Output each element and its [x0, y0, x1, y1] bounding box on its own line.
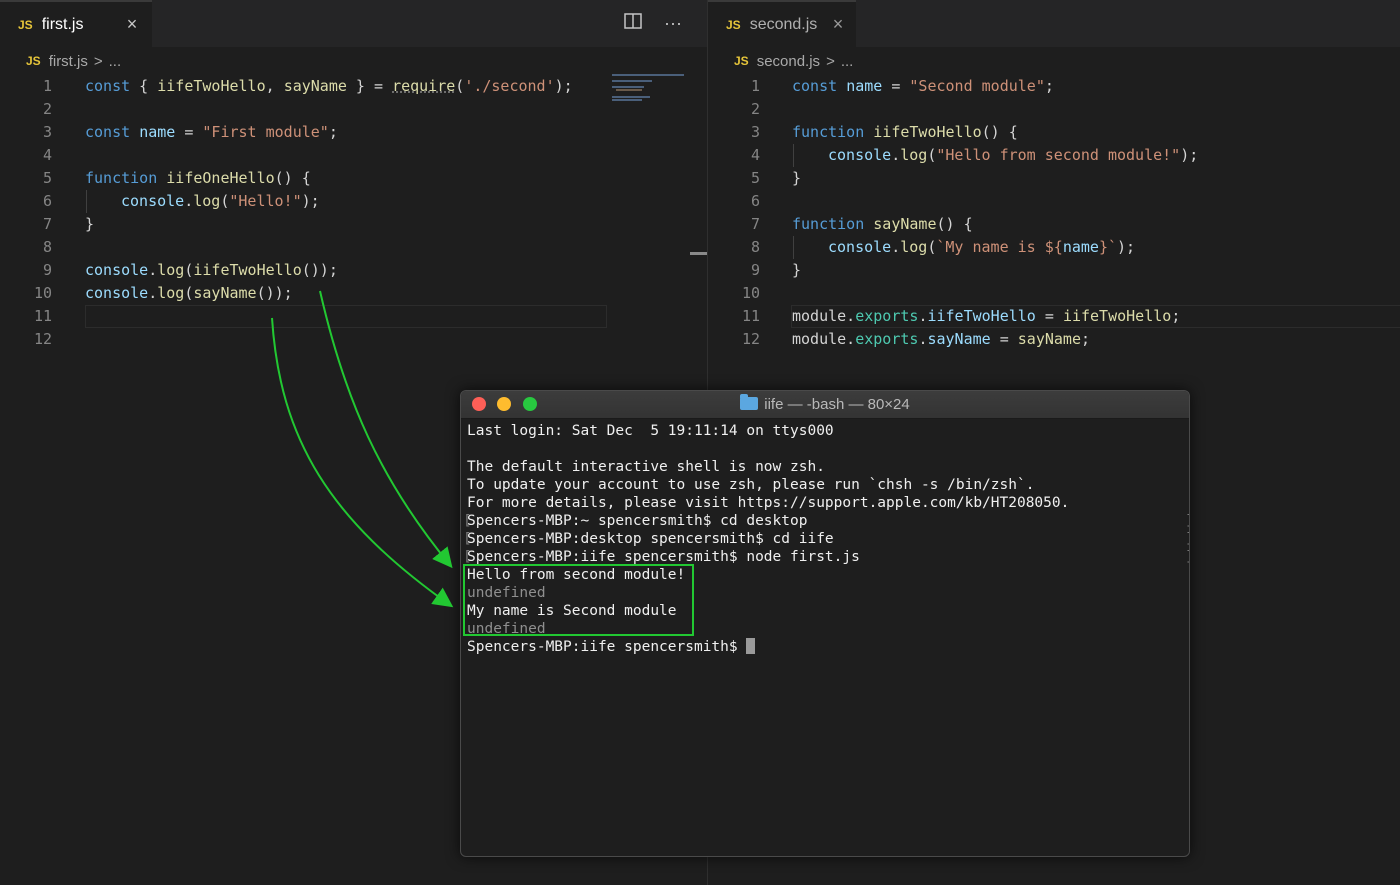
terminal-line: The default interactive shell is now zsh… [467, 459, 825, 475]
js-file-icon: JS [18, 17, 33, 32]
code-line: 4 [42, 146, 52, 164]
code-line: 7 function sayName() { [750, 215, 973, 233]
terminal-title-bar[interactable]: iife — -bash — 80×24 [461, 391, 1189, 419]
code-line: 1 const { iifeTwoHello, sayName } = requi… [42, 77, 573, 95]
code-line: 2 [750, 100, 760, 118]
breadcrumb: JS first.js > ... [26, 49, 121, 73]
code-line: 6 [750, 192, 760, 210]
folder-icon [740, 394, 759, 410]
code-line: 11 [33, 307, 52, 325]
tab-label: second.js [749, 15, 818, 33]
code-line: 7} [42, 215, 95, 233]
right-tab-bar: JS second.js × [708, 0, 1400, 47]
chevron-right-icon: > [826, 52, 835, 70]
terminal-line: For more details, please visit https://s… [467, 495, 1070, 511]
breadcrumb-file[interactable]: first.js [49, 53, 88, 70]
tab-first-js[interactable]: JS first.js × [0, 0, 152, 47]
breadcrumb: JS second.js > ... [734, 49, 853, 73]
breadcrumb-more[interactable]: ... [109, 53, 122, 70]
code-line: 12 module.exports.sayName = sayName; [741, 330, 1091, 348]
code-line: 9} [750, 261, 802, 279]
code-line: 10 [741, 284, 760, 302]
terminal-title: iife — -bash — 80×24 [461, 391, 1189, 418]
split-editor-icon[interactable] [623, 13, 643, 33]
terminal-prompt-line[interactable]: Spencers-MBP:iife spencersmith$ [467, 638, 1069, 656]
code-editor-first-js[interactable]: 1 const { iifeTwoHello, sayName } = requi… [0, 75, 707, 351]
output-highlight-box [463, 564, 694, 636]
chevron-right-icon: > [93, 52, 103, 70]
code-line: 9 console.log(iifeTwoHello()); [42, 261, 338, 279]
text-cursor [746, 638, 756, 654]
code-line: 5 function iifeOneHello() { [42, 169, 311, 187]
code-line: 11 module.exports.iifeTwoHello = iifeTwoH… [741, 307, 1181, 325]
breadcrumb-file[interactable]: second.js [757, 53, 820, 70]
close-tab-icon[interactable]: × [828, 14, 848, 34]
code-editor-second-js[interactable]: 1 const name = "Second module"; 2 3 functi… [708, 75, 1400, 351]
tab-second-js[interactable]: JS second.js × [708, 0, 856, 47]
code-line: 12 [33, 330, 52, 348]
js-file-icon: JS [726, 17, 741, 32]
left-tab-bar: JS first.js × ··· [0, 0, 707, 47]
code-line: 8 [42, 238, 52, 256]
breadcrumb-more[interactable]: ... [841, 53, 854, 70]
code-line: 10 console.log(sayName()); [33, 284, 293, 302]
code-line: 3 const name = "First module"; [42, 123, 338, 141]
terminal-command-line: [Spencers-MBP:~ spencersmith$ cd desktop… [463, 513, 1189, 529]
tab-label: first.js [41, 15, 84, 33]
close-tab-icon[interactable]: × [122, 14, 142, 34]
code-line: 6 console.log("Hello!"); [42, 192, 320, 210]
terminal-line: Last login: Sat Dec 5 19:11:14 on ttys00… [467, 423, 834, 439]
more-actions-icon[interactable]: ··· [663, 13, 683, 33]
js-file-icon: JS [26, 54, 41, 68]
code-line: 1 const name = "Second module"; [750, 77, 1054, 95]
terminal-command-line: [Spencers-MBP:desktop spencersmith$ cd i… [463, 531, 1189, 547]
code-line: 8 console.log(`My name is ${name}`); [750, 238, 1136, 256]
code-line: 5} [750, 169, 802, 187]
terminal-line: To update your account to use zsh, pleas… [467, 477, 1035, 493]
code-line: 3 function iifeTwoHello() { [750, 123, 1018, 141]
code-line: 4 console.log("Hello from second module!"… [750, 146, 1199, 164]
code-line: 2 [42, 100, 52, 118]
js-file-icon: JS [734, 54, 749, 68]
scrollbar-thumb[interactable] [690, 252, 707, 255]
